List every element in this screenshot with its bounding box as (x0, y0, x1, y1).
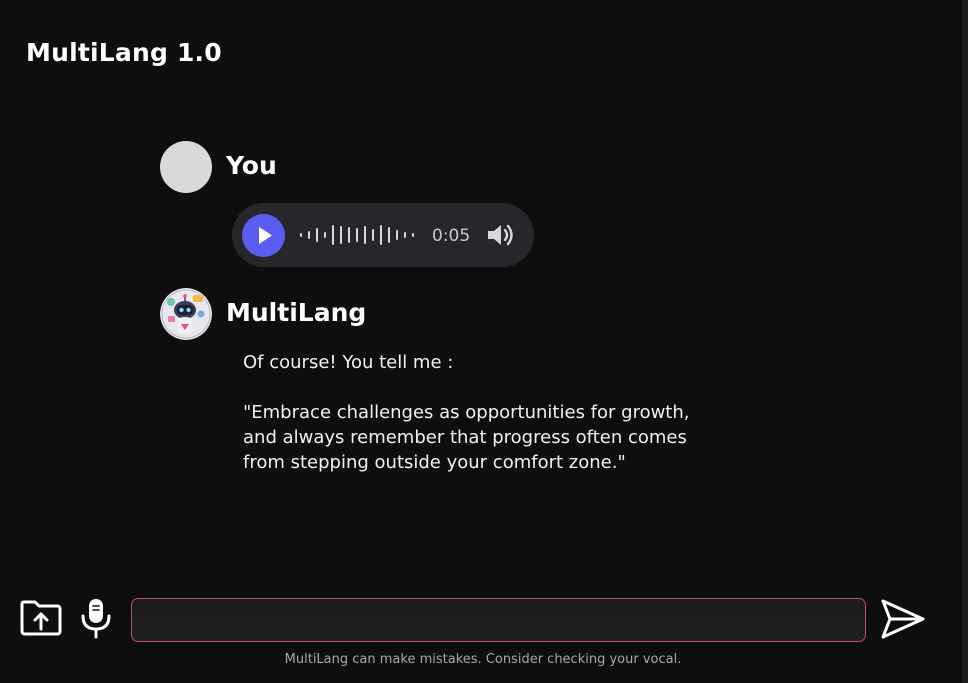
send-icon (881, 599, 925, 639)
app-title: MultiLang 1.0 (26, 38, 222, 67)
robot-avatar-icon (160, 288, 212, 340)
play-button[interactable] (242, 214, 285, 257)
user-name: You (226, 151, 277, 180)
bot-message-text: Of course! You tell me : "Embrace challe… (243, 352, 690, 473)
bot-name: MultiLang (226, 298, 367, 327)
disclaimer-text: MultiLang can make mistakes. Consider ch… (284, 652, 682, 667)
play-icon (259, 227, 272, 244)
microphone-icon (81, 599, 111, 639)
scrollbar-track[interactable] (962, 0, 968, 683)
audio-duration: 0:05 (432, 226, 471, 246)
bot-avatar (160, 288, 212, 340)
audio-player: 0:05 (232, 203, 534, 267)
message-input[interactable] (131, 598, 866, 642)
waveform-icon (300, 225, 414, 245)
send-button[interactable] (880, 596, 926, 642)
folder-upload-icon (20, 600, 62, 636)
user-avatar (160, 141, 212, 193)
chat-app: MultiLang 1.0 You 0:05 MultiLang Of cour… (0, 0, 968, 683)
volume-icon (488, 224, 513, 246)
microphone-button[interactable] (78, 597, 114, 639)
volume-button[interactable] (486, 222, 514, 248)
upload-button[interactable] (20, 600, 62, 636)
